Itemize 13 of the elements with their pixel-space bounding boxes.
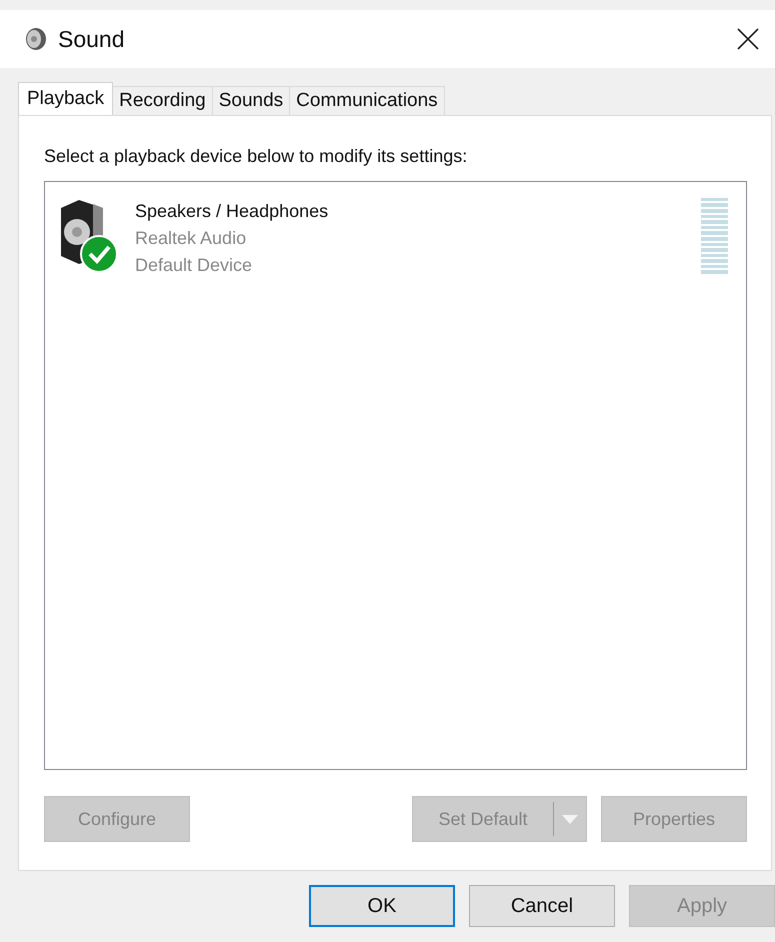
tab[interactable]: Communications	[289, 86, 445, 115]
device-item[interactable]: Speakers / Headphones Realtek Audio Default Device	[55, 192, 730, 281]
dialog-button[interactable]: OK	[309, 885, 455, 927]
close-button[interactable]	[735, 26, 761, 52]
device-status: Default Device	[135, 254, 254, 277]
window-title: Sound	[58, 26, 126, 52]
device-name: Speakers / Headphones	[135, 200, 330, 223]
tab[interactable]: Playback	[18, 82, 114, 115]
dialog-button[interactable]: Cancel	[469, 885, 615, 927]
speaker-icon	[24, 27, 48, 51]
device-driver: Realtek Audio	[135, 227, 248, 250]
instruction-text: Select a playback device below to modify its settings:	[44, 146, 468, 167]
caret-icon	[562, 814, 578, 824]
